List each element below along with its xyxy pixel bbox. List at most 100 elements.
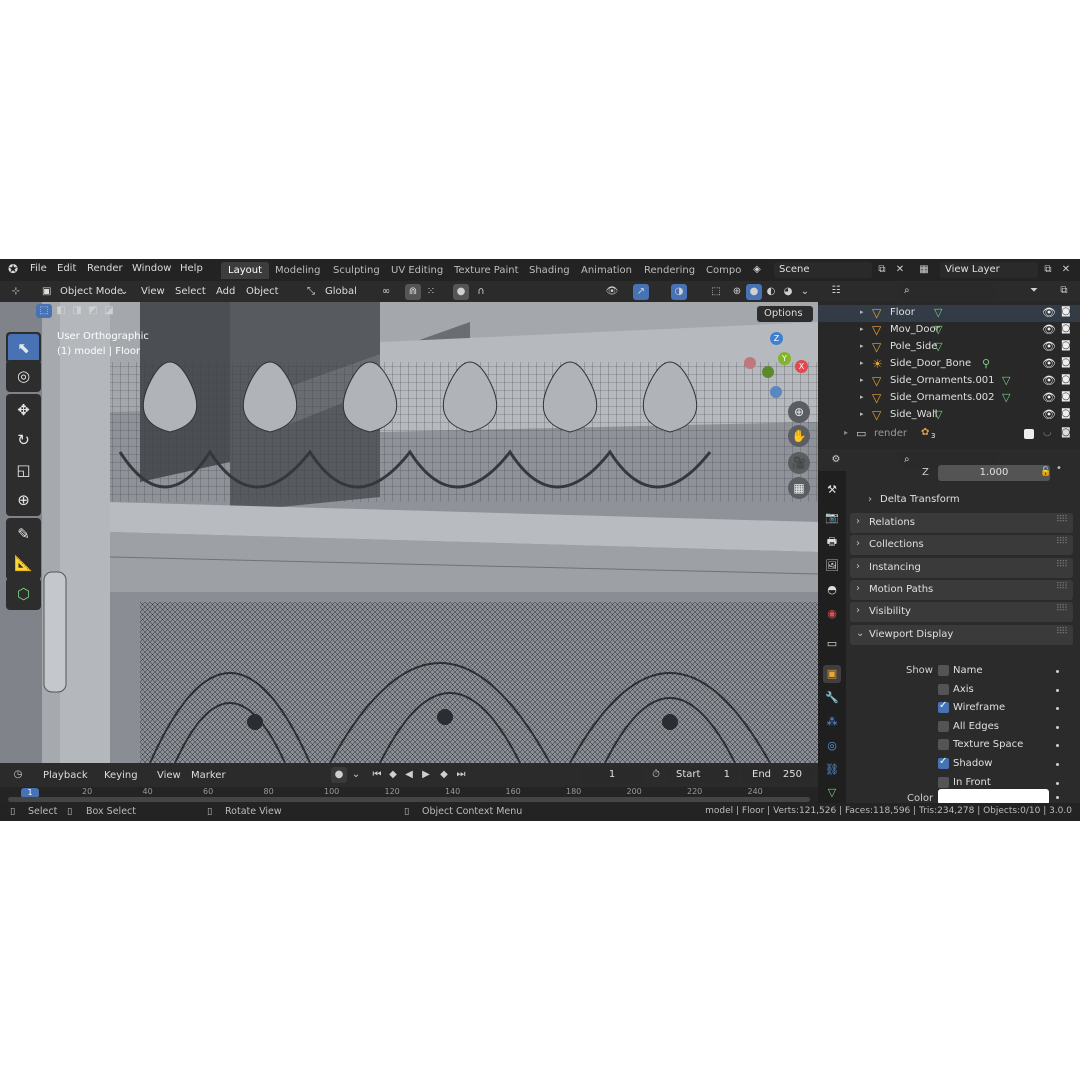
outliner-editor-icon[interactable]: ☷ bbox=[828, 283, 844, 299]
checkbox-row[interactable]: Name bbox=[938, 663, 1068, 679]
orientation-dropdown[interactable]: Global bbox=[325, 284, 357, 300]
drag-grip-icon[interactable]: ⠿⠿ bbox=[1056, 604, 1068, 614]
object-mode-dropdown[interactable]: Object Mode bbox=[60, 284, 123, 300]
checkbox[interactable] bbox=[938, 756, 949, 769]
falloff-icon[interactable]: ∩ bbox=[473, 284, 489, 300]
gizmo-neg-y[interactable] bbox=[762, 366, 774, 378]
wireframe-shading-icon[interactable]: ⊕ bbox=[729, 284, 745, 300]
xray-toggle-icon[interactable]: ⬚ bbox=[708, 284, 724, 300]
panel-collections[interactable]: › Collections ⠿⠿ bbox=[850, 535, 1073, 555]
menu-timeline-view[interactable]: View bbox=[157, 768, 181, 784]
keyframe-dot-icon[interactable] bbox=[1056, 744, 1059, 748]
outliner-row[interactable]: ▸ ▽ Floor ▽ 👁 ◙ bbox=[818, 305, 1080, 322]
stopwatch-icon[interactable]: ⏱ bbox=[648, 767, 664, 783]
render-camera-icon[interactable]: ◙ bbox=[1061, 323, 1071, 334]
menu-select[interactable]: Select bbox=[175, 284, 206, 300]
outliner-row[interactable]: ▸ ▽ Side_Wall ▽ 👁 ◙ bbox=[818, 407, 1080, 424]
timeline-scale[interactable]: 1 20 40 60 80 100 120 140 160 180 200 220 240 bbox=[0, 787, 818, 803]
rotate-tool-icon[interactable]: ↻ bbox=[8, 426, 39, 454]
auto-key-options-icon[interactable]: ⌄ bbox=[348, 767, 364, 783]
tab-compositing[interactable]: Compo bbox=[699, 262, 748, 279]
output-tab-icon[interactable]: 🖶 bbox=[823, 533, 841, 551]
menu-help[interactable]: Help bbox=[180, 263, 203, 274]
modifier-tab-icon[interactable]: 🔧 bbox=[823, 689, 841, 707]
pan-hand-icon[interactable]: ✋ bbox=[788, 425, 810, 447]
shading-options-icon[interactable]: ⌄ bbox=[797, 284, 813, 300]
checkbox-row[interactable]: Texture Space bbox=[938, 737, 1068, 753]
snap-target-icon[interactable]: ⁙ bbox=[423, 284, 439, 300]
next-keyframe-icon[interactable]: ◆ bbox=[436, 767, 452, 783]
exclude-checkbox[interactable] bbox=[1024, 429, 1034, 439]
visibility-icon[interactable]: 👁 bbox=[604, 284, 620, 300]
view-layer-field[interactable]: View Layer bbox=[940, 262, 1038, 278]
hide-icon[interactable]: ◡ bbox=[1043, 427, 1052, 438]
constraints-tab-icon[interactable]: ⛓ bbox=[823, 761, 841, 779]
camera-view-icon[interactable]: 🎥 bbox=[788, 452, 810, 474]
scene-tab-icon[interactable]: ◓ bbox=[823, 581, 841, 599]
drag-grip-icon[interactable]: ⠿⠿ bbox=[1056, 627, 1068, 637]
select-box-tool-icon[interactable]: ⬉ bbox=[8, 334, 39, 362]
tab-layout[interactable]: Layout bbox=[221, 262, 269, 279]
panel-visibility[interactable]: › Visibility ⠿⠿ bbox=[850, 602, 1073, 622]
delta-scale-z-field[interactable]: 1.000 bbox=[938, 465, 1050, 481]
drag-grip-icon[interactable]: ⠿⠿ bbox=[1056, 582, 1068, 592]
jump-end-icon[interactable]: ⏭ bbox=[453, 767, 469, 783]
menu-file[interactable]: File bbox=[30, 263, 47, 274]
measure-tool-icon[interactable]: 📐 bbox=[8, 549, 39, 577]
select-extend-icon[interactable]: ◧ bbox=[53, 304, 69, 318]
physics-tab-icon[interactable]: ◎ bbox=[823, 737, 841, 755]
select-intersect-icon[interactable]: ◪ bbox=[101, 304, 117, 318]
checkbox[interactable] bbox=[938, 683, 949, 695]
object-tab-icon[interactable]: ▣ bbox=[823, 665, 841, 683]
expand-arrow-icon[interactable]: ▸ bbox=[860, 359, 864, 367]
solid-shading-icon[interactable]: ● bbox=[746, 284, 762, 300]
new-scene-icon[interactable]: ⧉ bbox=[874, 262, 890, 278]
select-subtract-icon[interactable]: ◨ bbox=[69, 304, 85, 318]
gizmo-y-axis[interactable]: Y bbox=[778, 352, 791, 365]
eye-icon[interactable]: 👁 bbox=[1042, 340, 1056, 353]
keyframe-dot-icon[interactable] bbox=[1056, 763, 1059, 766]
blender-logo-icon[interactable]: ✪ bbox=[8, 262, 18, 276]
menu-window[interactable]: Window bbox=[132, 263, 171, 274]
new-view-layer-icon[interactable]: ⧉ bbox=[1040, 262, 1056, 278]
outliner-row-render[interactable]: ▸ ▭ render ✿ 3 ◡ ◙ bbox=[818, 426, 1080, 443]
checkbox-row[interactable]: Shadow bbox=[938, 756, 1068, 772]
drag-grip-icon[interactable]: ⠿⠿ bbox=[1056, 560, 1068, 570]
panel-viewport-display[interactable]: ⌄ Viewport Display ⠿⠿ bbox=[850, 625, 1073, 645]
outliner-row[interactable]: ▸ ▽ Side_Ornaments.001 ▽ 👁 ◙ bbox=[818, 373, 1080, 390]
expand-arrow-icon[interactable]: ▸ bbox=[860, 342, 864, 350]
rendered-shading-icon[interactable]: ◕ bbox=[780, 284, 796, 300]
timeline-scrollbar[interactable] bbox=[8, 797, 810, 802]
checkbox[interactable] bbox=[938, 776, 949, 788]
render-camera-icon[interactable]: ◙ bbox=[1061, 306, 1071, 317]
keyframe-dot-icon[interactable] bbox=[1056, 725, 1059, 729]
render-camera-icon[interactable]: ◙ bbox=[1061, 391, 1071, 402]
eye-icon[interactable]: 👁 bbox=[1042, 408, 1056, 421]
checkbox-row[interactable]: Wireframe bbox=[938, 700, 1068, 716]
options-dropdown[interactable]: Options bbox=[757, 306, 813, 322]
editor-type-icon[interactable]: ⊹ bbox=[8, 284, 24, 300]
tab-texture-paint[interactable]: Texture Paint bbox=[447, 262, 526, 279]
view-layer-icon[interactable]: ▦ bbox=[916, 262, 932, 278]
panel-instancing[interactable]: › Instancing ⠿⠿ bbox=[850, 558, 1073, 578]
scene-name-field[interactable]: Scene bbox=[774, 262, 872, 278]
checkbox-row[interactable]: All Edges bbox=[938, 719, 1068, 735]
add-cube-tool-icon[interactable]: ⬡ bbox=[8, 580, 39, 608]
cursor-tool-icon[interactable]: ◎ bbox=[8, 362, 39, 390]
menu-object[interactable]: Object bbox=[246, 284, 279, 300]
eye-icon[interactable]: 👁 bbox=[1042, 323, 1056, 336]
keyframe-dot-icon[interactable] bbox=[1056, 670, 1059, 673]
tab-uv-editing[interactable]: UV Editing bbox=[384, 262, 450, 279]
expand-arrow-icon[interactable]: ▸ bbox=[860, 376, 864, 384]
play-icon[interactable]: ▶ bbox=[418, 767, 434, 783]
tab-shading[interactable]: Shading bbox=[522, 262, 577, 279]
particles-tab-icon[interactable]: ⁂ bbox=[823, 713, 841, 731]
render-camera-icon[interactable]: ◙ bbox=[1061, 374, 1071, 385]
delete-scene-icon[interactable]: ✕ bbox=[892, 262, 908, 278]
gizmo-z-axis[interactable]: Z bbox=[770, 332, 783, 345]
move-tool-icon[interactable]: ✥ bbox=[8, 396, 39, 424]
outliner-row[interactable]: ▸ ▽ Side_Ornaments.002 ▽ 👁 ◙ bbox=[818, 390, 1080, 407]
menu-keying[interactable]: Keying bbox=[104, 768, 138, 784]
scene-selector-icon[interactable]: ◈ bbox=[749, 262, 765, 278]
checkbox[interactable] bbox=[938, 700, 949, 714]
